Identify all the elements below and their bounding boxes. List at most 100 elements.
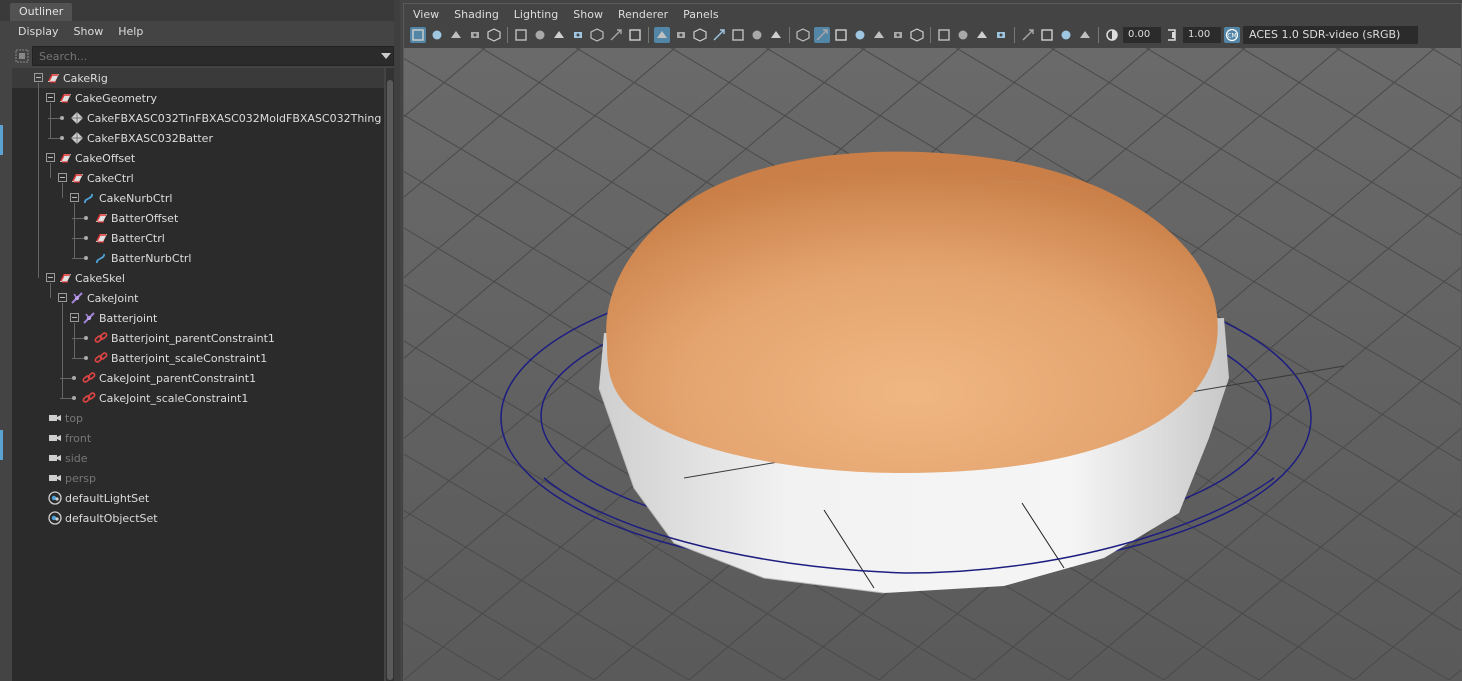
outliner-node-batterctrl[interactable]: BatterCtrl	[12, 228, 384, 248]
menu-help[interactable]: Help	[118, 25, 143, 38]
xray-icon[interactable]	[993, 27, 1009, 43]
outliner-node-cakectrl[interactable]: CakeCtrl	[12, 168, 384, 188]
gamma-icon[interactable]	[1164, 27, 1180, 43]
outliner-node-cakerig[interactable]: CakeRig	[12, 68, 384, 88]
panel-splitter[interactable]	[394, 0, 400, 681]
safe-action-icon[interactable]	[627, 27, 643, 43]
shadows-icon[interactable]	[890, 27, 906, 43]
expand-toggle-icon[interactable]	[46, 93, 55, 102]
2d-pan-icon[interactable]	[486, 27, 502, 43]
xray-active-icon[interactable]	[1058, 27, 1074, 43]
color-management-icon[interactable]: CM	[1224, 27, 1240, 43]
menu-view[interactable]: View	[413, 8, 439, 21]
outliner-node-label: Batterjoint_parentConstraint1	[111, 331, 275, 345]
grid-icon[interactable]	[654, 27, 670, 43]
smooth-shade-icon[interactable]	[814, 27, 830, 43]
lights-icon[interactable]	[871, 27, 887, 43]
menu-renderer[interactable]: Renderer	[618, 8, 668, 21]
scrollbar-thumb[interactable]	[387, 80, 393, 680]
outliner-node-top[interactable]: top	[12, 408, 384, 428]
outliner-node-cakefbxasc032batter[interactable]: CakeFBXASC032Batter	[12, 128, 384, 148]
bookmarks-icon[interactable]	[448, 27, 464, 43]
expand-toggle-icon[interactable]	[58, 173, 67, 182]
menu-show[interactable]: Show	[573, 8, 603, 21]
motion-blur-icon[interactable]	[936, 27, 952, 43]
nurbs-curve-icon	[94, 251, 108, 265]
outliner-node-cakejoint[interactable]: CakeJoint	[12, 288, 384, 308]
3d-viewport[interactable]	[404, 48, 1461, 680]
outliner-node-persp[interactable]: persp	[12, 468, 384, 488]
expand-toggle-icon[interactable]	[58, 293, 67, 302]
outliner-node-cakegeometry[interactable]: CakeGeometry	[12, 88, 384, 108]
outliner-node-label: CakeOffset	[75, 151, 136, 165]
grease-pencil-icon[interactable]	[513, 27, 529, 43]
viewport-toolbar: 0.00 1.00 CM ACES 1.0 SDR-video (sRGB)	[404, 24, 1461, 46]
menu-lighting[interactable]: Lighting	[514, 8, 558, 21]
outliner-node-defaultlightset[interactable]: defaultLightSet	[12, 488, 384, 508]
menu-shading[interactable]: Shading	[454, 8, 499, 21]
overscan-icon[interactable]	[730, 27, 746, 43]
gate-icon[interactable]	[673, 27, 689, 43]
gate-mask-icon[interactable]	[589, 27, 605, 43]
image-plane-icon[interactable]	[467, 27, 483, 43]
outliner-node-cakejoint-scaleconstraint1[interactable]: CakeJoint_scaleConstraint1	[12, 388, 384, 408]
camera-attributes-icon[interactable]	[429, 27, 445, 43]
tab-outliner[interactable]: Outliner	[10, 3, 73, 21]
wire-on-shaded-icon[interactable]	[833, 27, 849, 43]
film-gate-icon[interactable]	[551, 27, 567, 43]
outliner-node-front[interactable]: front	[12, 428, 384, 448]
field-icon[interactable]	[749, 27, 765, 43]
outliner-node-side[interactable]: side	[12, 448, 384, 468]
menu-display[interactable]: Display	[18, 25, 59, 38]
outliner-node-cakeoffset[interactable]: CakeOffset	[12, 148, 384, 168]
leaf-dot-icon	[60, 116, 64, 120]
resolution-icon[interactable]	[711, 27, 727, 43]
expand-toggle-icon[interactable]	[46, 273, 55, 282]
exposure-field[interactable]: 0.00	[1123, 27, 1161, 43]
field-chart-icon[interactable]	[608, 27, 624, 43]
camera-tools-icon[interactable]	[532, 27, 548, 43]
outliner-node-label: defaultLightSet	[65, 491, 150, 505]
camera-icon	[48, 451, 62, 465]
scene-render[interactable]	[404, 48, 1461, 680]
isolate-select-icon[interactable]	[1020, 27, 1036, 43]
color-space-dropdown[interactable]: ACES 1.0 SDR-video (sRGB)	[1243, 26, 1418, 44]
dof-icon[interactable]	[974, 27, 990, 43]
backface-icon[interactable]	[1077, 27, 1093, 43]
outliner-node-cakenurbctrl[interactable]: CakeNurbCtrl	[12, 188, 384, 208]
resolution-gate-icon[interactable]	[570, 27, 586, 43]
expand-toggle-icon[interactable]	[70, 313, 79, 322]
select-camera-icon[interactable]	[410, 27, 426, 43]
textured-icon[interactable]	[852, 27, 868, 43]
leaf-dot-icon	[84, 336, 88, 340]
search-dropdown-icon[interactable]	[381, 53, 391, 59]
anti-alias-icon[interactable]	[955, 27, 971, 43]
viewport-panel: View Shading Lighting Show Renderer Pane…	[403, 3, 1462, 681]
expand-toggle-icon[interactable]	[46, 153, 55, 162]
tree-connector	[74, 203, 75, 258]
outliner-node-defaultobjectset[interactable]: defaultObjectSet	[12, 508, 384, 528]
wireframe-icon[interactable]	[795, 27, 811, 43]
outliner-node-batterjoint[interactable]: Batterjoint	[12, 308, 384, 328]
exposure-icon[interactable]	[1104, 27, 1120, 43]
safe-title-icon[interactable]	[692, 27, 708, 43]
outliner-node-cakefbxasc032tinfbxasc032moldfbxasc032thing[interactable]: CakeFBXASC032TinFBXASC032MoldFBXASC032Th…	[12, 108, 384, 128]
filter-icon[interactable]	[12, 46, 32, 66]
menu-show[interactable]: Show	[74, 25, 104, 38]
expand-toggle-icon[interactable]	[70, 193, 79, 202]
outliner-node-batterjoint-scaleconstraint1[interactable]: Batterjoint_scaleConstraint1	[12, 348, 384, 368]
ambient-occlusion-icon[interactable]	[909, 27, 925, 43]
tree-connector	[72, 258, 84, 259]
safe-frame-icon[interactable]	[768, 27, 784, 43]
outliner-scrollbar[interactable]	[386, 68, 394, 681]
search-input[interactable]	[32, 46, 394, 66]
outliner-node-batterjoint-parentconstraint1[interactable]: Batterjoint_parentConstraint1	[12, 328, 384, 348]
expand-toggle-icon[interactable]	[34, 73, 43, 82]
outliner-node-batteroffset[interactable]: BatterOffset	[12, 208, 384, 228]
outliner-node-cakeskel[interactable]: CakeSkel	[12, 268, 384, 288]
outliner-node-batternurbctrl[interactable]: BatterNurbCtrl	[12, 248, 384, 268]
gamma-field[interactable]: 1.00	[1183, 27, 1221, 43]
menu-panels[interactable]: Panels	[683, 8, 718, 21]
outliner-node-cakejoint-parentconstraint1[interactable]: CakeJoint_parentConstraint1	[12, 368, 384, 388]
xray-joints-icon[interactable]	[1039, 27, 1055, 43]
